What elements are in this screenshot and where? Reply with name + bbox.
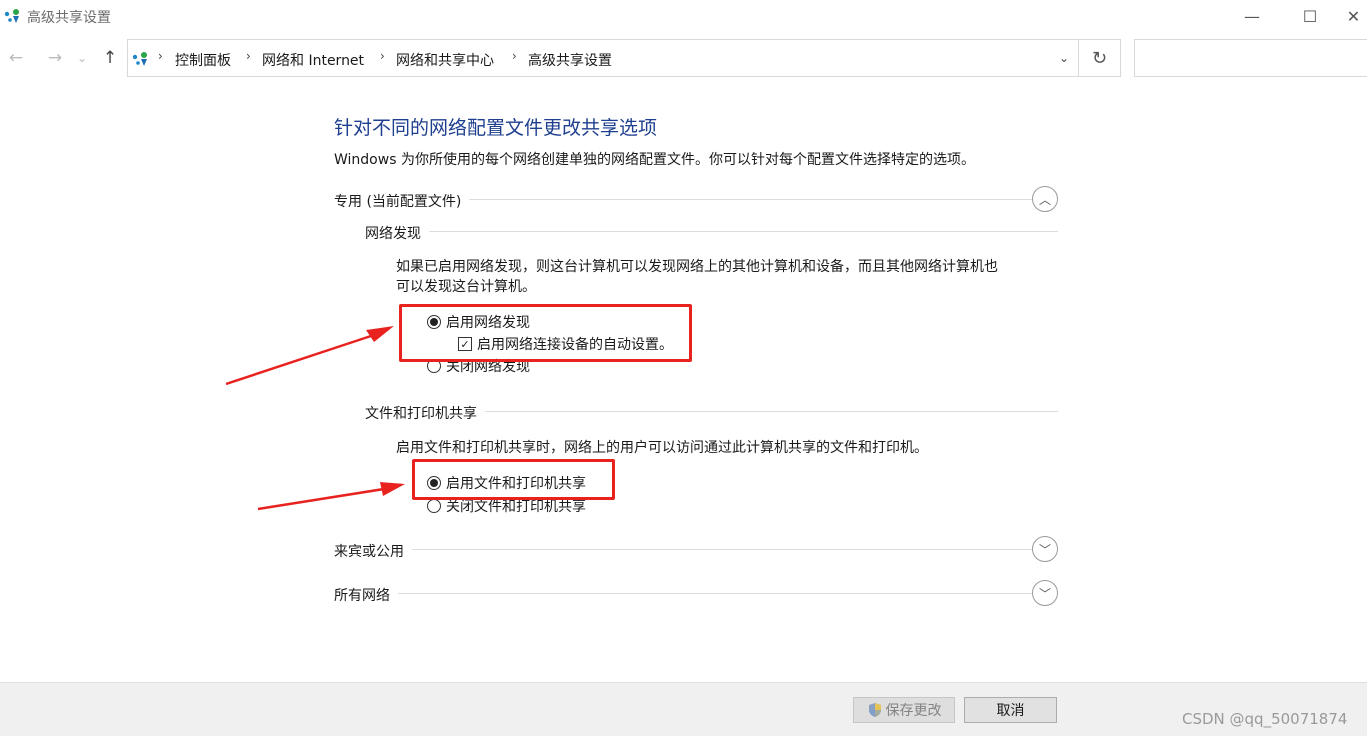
cancel-label: 取消 (996, 703, 1025, 719)
breadcrumb-separator-icon[interactable]: › (380, 49, 385, 63)
private-profile-label: 专用 (当前配置文件) (334, 191, 470, 211)
network-discovery-heading: 网络发现 (365, 223, 429, 243)
breadcrumb-separator-icon[interactable]: › (246, 49, 251, 63)
divider (365, 231, 1058, 232)
save-changes-label: 保存更改 (885, 703, 942, 719)
chevron-down-icon: ⌄ (76, 51, 88, 65)
network-discovery-description-line-1: 如果已启用网络发现，则这台计算机可以发现网络上的其他计算机和设备，而且其他网络计… (396, 259, 998, 275)
back-arrow-icon: ← (8, 48, 24, 68)
page-description: Windows 为你所使用的每个网络创建单独的网络配置文件。你可以针对每个配置文… (334, 152, 975, 168)
guest-profile-header[interactable]: 来宾或公用 ﹀ (334, 536, 1058, 564)
up-arrow-icon: ↑ (102, 48, 118, 68)
cancel-button[interactable]: 取消 (964, 697, 1057, 723)
close-icon: ✕ (1346, 6, 1361, 26)
file-printer-sharing-description: 启用文件和打印机共享时，网络上的用户可以访问通过此计算机共享的文件和打印机。 (396, 440, 928, 456)
breadcrumb-control-panel[interactable]: 控制面板 (175, 50, 231, 70)
chevron-down-icon: ⌄ (1058, 51, 1070, 65)
private-profile-header[interactable]: 专用 (当前配置文件) ︿ (334, 186, 1058, 214)
minimize-button[interactable]: — (1229, 0, 1275, 32)
network-discovery-header: 网络发现 (365, 218, 1058, 246)
address-dropdown-button[interactable]: ⌄ (1049, 39, 1079, 77)
bottom-bar: 保存更改 取消 CSDN @qq_50071874 (0, 682, 1367, 736)
uac-shield-icon (868, 703, 881, 717)
breadcrumb-separator-icon: › (158, 49, 163, 63)
network-discovery-description-line-2: 可以发现这台计算机。 (396, 279, 536, 295)
collapse-chevron-icon[interactable]: ︿ (1032, 186, 1058, 212)
breadcrumb-separator-icon[interactable]: › (512, 49, 517, 63)
close-button[interactable]: ✕ (1340, 0, 1367, 32)
expand-chevron-icon[interactable]: ﹀ (1032, 536, 1058, 562)
radio-unselected-icon[interactable] (427, 499, 441, 513)
network-app-icon (4, 9, 19, 23)
maximize-icon: ☐ (1302, 6, 1318, 26)
forward-button[interactable]: → (44, 47, 66, 69)
divider (334, 549, 1034, 550)
chevron-down-icon: ﹀ (1038, 542, 1051, 557)
title-bar: 高级共享设置 — ☐ ✕ (0, 0, 1367, 32)
forward-arrow-icon: → (47, 48, 63, 68)
window-title: 高级共享设置 (27, 10, 111, 26)
save-changes-button[interactable]: 保存更改 (853, 697, 955, 723)
address-bar[interactable]: › 控制面板 › 网络和 Internet › 网络和共享中心 › 高级共享设置 (127, 39, 1079, 77)
annotation-arrows (225, 326, 405, 511)
divider (334, 593, 1034, 594)
maximize-button[interactable]: ☐ (1287, 0, 1333, 32)
annotation-arrow-1 (225, 326, 394, 386)
annotation-arrow-2 (257, 482, 405, 511)
network-location-icon (132, 52, 147, 66)
guest-profile-label: 来宾或公用 (334, 541, 412, 561)
file-printer-sharing-header: 文件和打印机共享 (365, 398, 1058, 426)
refresh-button[interactable]: ↻ (1079, 39, 1121, 77)
chevron-up-icon: ︿ (1038, 192, 1051, 207)
expand-chevron-icon[interactable]: ﹀ (1032, 580, 1058, 606)
recent-locations-button[interactable]: ⌄ (74, 47, 90, 69)
all-networks-header[interactable]: 所有网络 ﹀ (334, 580, 1058, 608)
search-input[interactable] (1134, 39, 1367, 77)
file-printer-sharing-heading: 文件和打印机共享 (365, 403, 485, 423)
navigation-bar: ← → ⌄ ↑ › 控制面板 › 网络和 Internet › 网络和共享中心 … (0, 39, 1367, 79)
all-networks-label: 所有网络 (334, 585, 398, 605)
up-button[interactable]: ↑ (99, 47, 121, 69)
refresh-icon: ↻ (1091, 47, 1108, 69)
annotation-highlight-box (412, 459, 615, 500)
minimize-icon: — (1244, 6, 1260, 26)
back-button[interactable]: ← (5, 47, 27, 69)
annotation-highlight-box (399, 304, 692, 362)
watermark: CSDN @qq_50071874 (1182, 710, 1348, 728)
breadcrumb-advanced-sharing[interactable]: 高级共享设置 (528, 50, 612, 70)
page-title: 针对不同的网络配置文件更改共享选项 (334, 117, 658, 139)
chevron-down-icon: ﹀ (1038, 586, 1051, 601)
breadcrumb-network-sharing-center[interactable]: 网络和共享中心 (396, 50, 494, 70)
breadcrumb-network-internet[interactable]: 网络和 Internet (262, 50, 364, 70)
